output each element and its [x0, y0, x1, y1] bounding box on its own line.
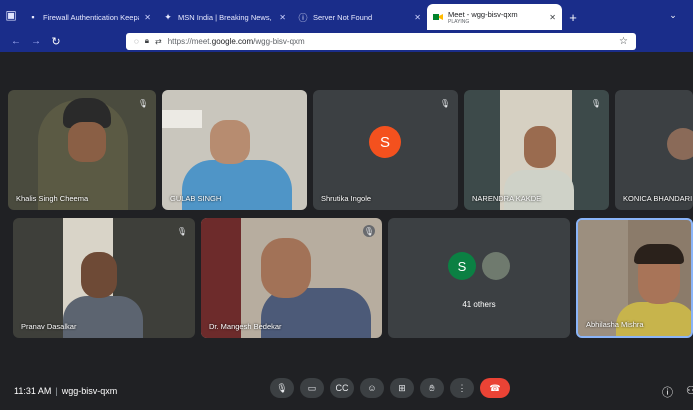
participant-avatar-photo: [667, 128, 693, 160]
mic-muted-icon: 🎙︎: [590, 98, 602, 108]
raise-hand-icon[interactable]: ✋︎: [420, 378, 444, 398]
back-arrow-icon[interactable]: ←: [6, 36, 26, 47]
people-icon[interactable]: ⚇: [686, 384, 693, 397]
mic-muted-icon: 🎙︎: [439, 98, 451, 108]
participant-tile[interactable]: 🎙︎ Dr. Mangesh Bedekar: [201, 218, 382, 338]
hair-shape: [634, 244, 684, 264]
info-icon: ⓘ: [298, 12, 308, 23]
participant-tile[interactable]: KONICA BHANDARI: [615, 90, 693, 210]
msn-icon: ✦: [164, 11, 172, 22]
close-icon[interactable]: ✕: [279, 13, 286, 22]
meeting-details-icon[interactable]: ⓘ: [662, 384, 673, 400]
captions-icon[interactable]: CC: [330, 378, 354, 398]
others-count: 41 others: [462, 300, 496, 309]
participant-name: Abhilasha Mishra: [586, 320, 644, 329]
participant-tile[interactable]: GULAB SINGH: [162, 90, 307, 210]
mic-muted-icon: 🎙︎: [137, 98, 149, 108]
participant-avatar-photo: [482, 252, 510, 280]
wall-ac-unit: [162, 110, 202, 128]
participant-avatar: S: [369, 126, 401, 158]
shirt-shape: [63, 296, 143, 338]
meeting-info: 11:31 AM | wgg-bisv-qxm: [14, 386, 118, 396]
face-shape: [524, 126, 556, 168]
reload-icon[interactable]: ↻: [46, 35, 66, 48]
shield-icon: ▪: [31, 12, 35, 22]
participant-name: Pranav Dasalkar: [21, 322, 77, 331]
participant-name: Shrutika Ingole: [321, 194, 372, 203]
participant-tile[interactable]: 🎙︎ Khalis Singh Cheema: [8, 90, 156, 210]
close-icon[interactable]: ✕: [414, 13, 421, 22]
tab-playing-label: PLAYING: [448, 18, 470, 25]
participant-tile-active-speaker[interactable]: Abhilasha Mishra: [576, 218, 693, 338]
new-tab-button[interactable]: +: [562, 4, 584, 30]
camera-icon[interactable]: ▭: [300, 378, 324, 398]
present-screen-icon[interactable]: ⊞: [390, 378, 414, 398]
browser-toolbar: ← → ↻ ◌ 🔒︎ ⇄ https://meet.google.com/wgg…: [0, 30, 693, 52]
end-call-button[interactable]: ☎︎: [480, 378, 510, 398]
camera-permission-icon[interactable]: ⇄: [155, 37, 162, 46]
lock-icon[interactable]: 🔒︎: [145, 36, 149, 46]
forward-arrow-icon[interactable]: →: [26, 36, 46, 47]
meet-icon: [433, 12, 443, 22]
bookmark-star-icon[interactable]: ☆: [619, 36, 628, 47]
chevron-down-icon[interactable]: ⌄: [653, 0, 693, 30]
tab-firewall[interactable]: ▪ Firewall Authentication Keepalive W ✕: [22, 4, 157, 30]
shirt-shape: [504, 170, 574, 210]
browser-window: ▣ ▪ Firewall Authentication Keepalive W …: [0, 0, 693, 410]
background-door: [201, 218, 241, 338]
meeting-time: 11:31 AM: [14, 386, 52, 396]
participant-name: NARENDRA KAKDE: [472, 194, 542, 203]
others-tile[interactable]: S 41 others: [388, 218, 570, 338]
tab-msn[interactable]: ✦ MSN India | Breaking News, Ent ✕: [157, 4, 292, 30]
more-options-icon[interactable]: ⋮: [450, 378, 474, 398]
participant-name: KONICA BHANDARI: [623, 194, 693, 203]
mic-icon[interactable]: 🎙︎: [270, 378, 294, 398]
meeting-controls-bar: 11:31 AM | wgg-bisv-qxm 🎙︎ ▭ CC ☺ ⊞ ✋︎ ⋮ ☎…: [0, 358, 693, 410]
participant-tile[interactable]: 🎙︎ NARENDRA KAKDE: [464, 90, 609, 210]
tab-overview-icon[interactable]: ▣: [0, 0, 22, 30]
participant-name: GULAB SINGH: [170, 194, 222, 203]
mic-muted-icon: 🎙︎: [176, 226, 188, 236]
tab-server-not-found[interactable]: ⓘ Server Not Found ✕: [292, 4, 427, 30]
participant-avatar: S: [448, 252, 476, 280]
meeting-code: wgg-bisv-qxm: [61, 386, 118, 396]
tab-meet-title: Meet - wgg-bisv-qxm: [448, 9, 518, 19]
participant-name: Dr. Mangesh Bedekar: [209, 322, 282, 331]
face-shape: [68, 122, 106, 162]
close-icon[interactable]: ✕: [549, 13, 556, 22]
participant-name: Khalis Singh Cheema: [16, 194, 89, 203]
tab-strip: ▣ ▪ Firewall Authentication Keepalive W …: [0, 0, 693, 30]
address-bar[interactable]: ◌ 🔒︎ ⇄ https://meet.google.com/wgg-bisv-…: [126, 32, 636, 50]
face-shape: [210, 120, 250, 164]
participant-tile[interactable]: 🎙︎ Pranav Dasalkar: [13, 218, 195, 338]
mic-muted-icon: 🎙︎: [363, 225, 375, 237]
tab-meet[interactable]: Meet - wgg-bisv-qxm PLAYING ✕: [427, 4, 562, 30]
call-controls: 🎙︎ ▭ CC ☺ ⊞ ✋︎ ⋮ ☎︎: [270, 378, 510, 398]
face-shape: [261, 238, 311, 298]
emoji-icon[interactable]: ☺: [360, 378, 384, 398]
close-icon[interactable]: ✕: [144, 13, 151, 22]
shield-outline-icon: ◌: [134, 36, 139, 46]
meeting-grid: 🎙︎ Khalis Singh Cheema GULAB SINGH S 🎙︎ …: [0, 52, 693, 358]
face-shape: [81, 252, 117, 298]
participant-tile[interactable]: S 🎙︎ Shrutika Ingole: [313, 90, 458, 210]
url-text: https://meet.google.com/wgg-bisv-qxm: [167, 36, 305, 46]
